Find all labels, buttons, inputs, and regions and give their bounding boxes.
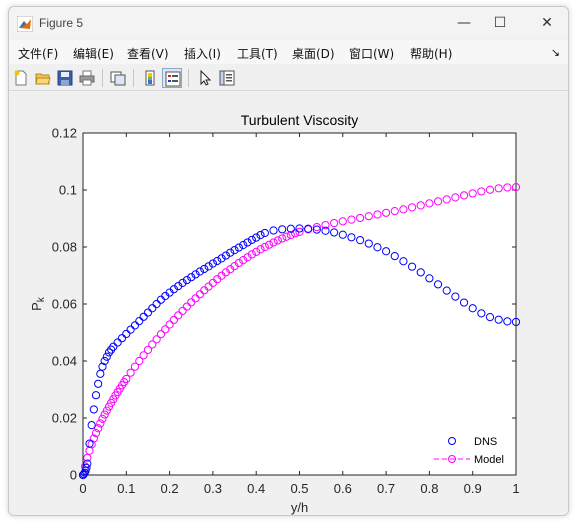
x-tick-label: 0.2 [161,481,179,496]
y-tick-label: 0.08 [52,240,77,255]
x-tick-label: 0.8 [420,481,438,496]
save-icon[interactable] [55,68,75,88]
menu-window[interactable]: 窗口(W) [349,45,394,62]
chart-title: Turbulent Viscosity [241,112,359,128]
title-bar[interactable]: Figure 5 — ☐ ✕ [9,7,568,39]
open-file-icon[interactable] [33,68,53,88]
y-axis-label: Pk [29,296,47,311]
x-tick-label: 1 [512,481,519,496]
insert-legend-icon[interactable] [162,68,182,88]
link-plot-icon[interactable] [108,68,128,88]
y-tick-label: 0.06 [52,297,77,312]
x-tick-label: 0.6 [334,481,352,496]
menu-insert[interactable]: 插入(I) [184,45,221,62]
legend-model-label: Model [474,454,504,466]
y-tick-label: 0.02 [52,411,77,426]
toolbar-separator [102,69,103,87]
y-axis-label-text: Pk [29,296,47,311]
print-icon[interactable] [77,68,97,88]
x-axis-label: y/h [291,500,308,515]
y-tick-label: 0.12 [52,126,77,141]
y-label-subscript: k [36,296,47,302]
figure-toolbar [9,65,568,91]
x-tick-label: 0.4 [247,481,265,496]
new-figure-icon[interactable] [11,68,31,88]
figure-canvas[interactable]: 0 0.1 0.2 0.3 0.4 0.5 0.6 0.7 0.8 0.9 1 0 0.02 0.04 0.… [9,91,568,516]
x-tick-label: 0.3 [204,481,222,496]
menu-bar: 文件(F) 编辑(E) 查看(V) 插入(I) 工具(T) 桌面(D) 窗口(W… [9,40,568,64]
menu-tools[interactable]: 工具(T) [237,45,278,62]
maximize-button[interactable]: ☐ [488,13,512,33]
y-tick-label: 0.04 [52,354,77,369]
x-tick-label: 0.5 [290,481,308,496]
minimize-button[interactable]: — [452,13,476,33]
toolbar-separator [188,69,189,87]
menu-desktop[interactable]: 桌面(D) [292,45,335,62]
menu-file[interactable]: 文件(F) [18,45,58,62]
y-tick-label: 0 [70,468,77,483]
x-tick-label: 0.9 [464,481,482,496]
x-tick-label: 0.7 [377,481,395,496]
x-tick-label: 0.1 [117,481,135,496]
plot-svg[interactable]: 0 0.1 0.2 0.3 0.4 0.5 0.6 0.7 0.8 0.9 1 0 0.02 0.04 0.… [9,91,568,516]
dock-arrow-icon[interactable]: ↘ [551,46,560,59]
menu-edit[interactable]: 编辑(E) [73,45,114,62]
property-inspector-icon[interactable] [217,68,237,88]
window-title: Figure 5 [39,16,84,30]
figure-window: Figure 5 — ☐ ✕ 文件(F) 编辑(E) 查看(V) 插入(I) 工… [8,6,569,516]
x-tick-label: 0 [79,481,86,496]
menu-view[interactable]: 查看(V) [127,45,169,62]
insert-colorbar-icon[interactable] [140,68,160,88]
plot-axes[interactable] [82,132,517,476]
matlab-logo-icon [17,16,33,32]
y-tick-label: 0.1 [59,183,77,198]
menu-help[interactable]: 帮助(H) [410,45,452,62]
close-button[interactable]: ✕ [535,13,559,33]
legend-dns-label: DNS [474,436,497,448]
pointer-icon[interactable] [195,68,215,88]
y-label-main: P [29,302,44,311]
toolbar-separator [133,69,134,87]
